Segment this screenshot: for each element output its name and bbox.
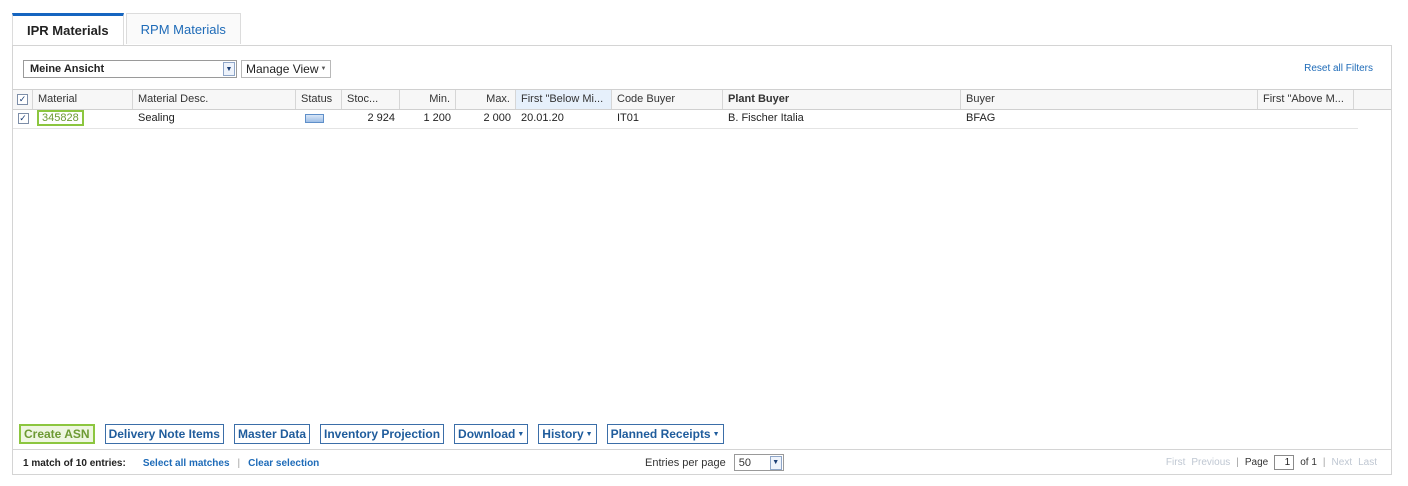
- manage-view-button[interactable]: Manage View ▼: [241, 60, 332, 78]
- divider: |: [237, 457, 241, 469]
- divider: |: [1322, 457, 1326, 468]
- chevron-down-icon[interactable]: ▼: [769, 455, 782, 470]
- cell-plant-buyer: B. Fischer Italia: [728, 112, 804, 124]
- page-input[interactable]: 1: [1274, 455, 1295, 470]
- entries-per-page-select[interactable]: 50 ▼: [733, 454, 784, 471]
- materials-panel: Meine Ansicht ▼ Manage View ▼ Reset all …: [12, 45, 1392, 475]
- column-header-first-above-max[interactable]: First "Above M...: [1258, 90, 1354, 109]
- delivery-note-items-button[interactable]: Delivery Note Items: [104, 424, 224, 444]
- reset-filters-link[interactable]: Reset all Filters: [1304, 63, 1373, 74]
- column-header-material-desc[interactable]: Material Desc.: [133, 90, 296, 109]
- table-header: ✓ Material Material Desc. Status Stoc...…: [13, 89, 1391, 110]
- column-header-status[interactable]: Status: [296, 90, 342, 109]
- cell-status: [296, 109, 342, 128]
- column-header-code-buyer[interactable]: Code Buyer: [612, 90, 723, 109]
- entries-per-page: Entries per page 50 ▼: [645, 454, 784, 471]
- create-asn-button[interactable]: Create ASN: [19, 424, 95, 444]
- pagination: First Previous | Page 1 of 1 | Next Last: [1166, 455, 1377, 470]
- inventory-projection-button[interactable]: Inventory Projection: [320, 424, 445, 444]
- column-header-max[interactable]: Max.: [456, 90, 516, 109]
- table-row[interactable]: ✓ 345828 Sealing 2 924 1 200 2 000 20.01…: [13, 109, 1358, 129]
- cell-material: 345828: [33, 109, 133, 128]
- page-label: Page: [1244, 457, 1269, 468]
- column-header-filler: [1354, 90, 1391, 109]
- stock-level-bar-icon: [305, 113, 324, 123]
- caret-down-icon: ▼: [517, 430, 525, 438]
- select-all-matches-link[interactable]: Select all matches: [143, 458, 230, 469]
- cell-min: 1 200: [423, 112, 451, 124]
- cell-max: 2 000: [483, 112, 511, 124]
- cell-stock: 2 924: [367, 112, 395, 124]
- cell-buyer: BFAG: [966, 112, 996, 124]
- entries-per-page-value: 50: [738, 456, 751, 469]
- cell-material-desc: Sealing: [138, 112, 175, 124]
- column-header-stock[interactable]: Stoc...: [342, 90, 400, 109]
- master-data-button[interactable]: Master Data: [233, 424, 310, 444]
- view-toolbar: Meine Ansicht ▼ Manage View ▼: [23, 60, 332, 78]
- table-footer: 1 match of 10 entries: Select all matche…: [13, 449, 1391, 476]
- column-header-material[interactable]: Material: [33, 90, 133, 109]
- download-label: Download: [458, 427, 516, 441]
- select-all-checkbox[interactable]: ✓: [17, 94, 28, 105]
- cell-first-below-min: 20.01.20: [521, 112, 564, 124]
- last-page-link[interactable]: Last: [1358, 457, 1377, 468]
- match-count: 1 match of 10 entries:: [23, 457, 126, 469]
- chevron-down-icon[interactable]: ▼: [223, 62, 235, 76]
- cell-first-above-max: [1258, 109, 1354, 128]
- row-checkbox[interactable]: ✓: [17, 113, 29, 124]
- caret-down-icon: ▼: [712, 430, 720, 438]
- page-total: of 1: [1300, 457, 1317, 468]
- next-page-link[interactable]: Next: [1332, 457, 1353, 468]
- tab-ipr-materials[interactable]: IPR Materials: [12, 13, 124, 45]
- tab-rpm-materials[interactable]: RPM Materials: [125, 13, 241, 44]
- first-page-link[interactable]: First: [1166, 457, 1185, 468]
- history-label: History: [542, 427, 584, 441]
- tab-strip: IPR Materials RPM Materials: [12, 13, 241, 45]
- caret-down-icon: ▼: [585, 430, 593, 438]
- previous-page-link[interactable]: Previous: [1191, 457, 1230, 468]
- row-checkbox-cell: ✓: [13, 109, 33, 128]
- manage-view-label: Manage View: [246, 62, 319, 76]
- history-button[interactable]: History ▼: [538, 424, 597, 444]
- clear-selection-link[interactable]: Clear selection: [248, 458, 319, 469]
- cell-code-buyer: IT01: [617, 112, 640, 124]
- select-all-checkbox-cell: ✓: [13, 90, 33, 109]
- column-header-first-below-min[interactable]: First "Below Mi...: [516, 90, 612, 109]
- material-link[interactable]: 345828: [37, 110, 84, 126]
- caret-down-icon: ▼: [320, 66, 327, 72]
- planned-receipts-button[interactable]: Planned Receipts ▼: [606, 424, 724, 444]
- column-header-plant-buyer[interactable]: Plant Buyer: [723, 90, 961, 109]
- action-bar: Create ASN Delivery Note Items Master Da…: [19, 424, 724, 444]
- download-button[interactable]: Download ▼: [454, 424, 529, 444]
- column-header-min[interactable]: Min.: [400, 90, 456, 109]
- column-header-buyer[interactable]: Buyer: [961, 90, 1258, 109]
- entries-per-page-label: Entries per page: [645, 456, 726, 469]
- view-select-value: Meine Ansicht: [30, 63, 105, 75]
- divider: |: [1236, 457, 1239, 468]
- view-select[interactable]: Meine Ansicht ▼: [23, 60, 237, 78]
- planned-receipts-label: Planned Receipts: [610, 427, 711, 441]
